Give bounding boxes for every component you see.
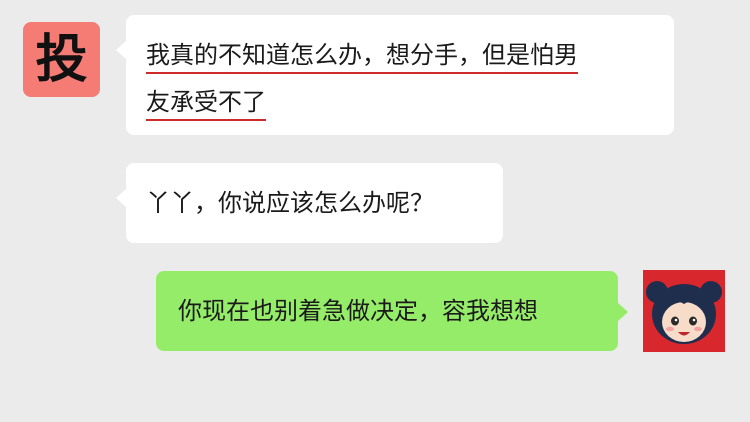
message-line: 友承受不了 [146, 85, 266, 121]
message-text: 你现在也别着急做决定，容我想想 [178, 297, 538, 325]
cartoon-girl-avatar-icon [643, 270, 725, 352]
sender-avatar[interactable]: 投 [23, 22, 100, 97]
message-bubble-incoming[interactable]: 我真的不知道怎么办，想分手，但是怕男 友承受不了 [116, 15, 674, 135]
user-avatar[interactable] [643, 270, 725, 352]
chat-window: 投 我真的不知道怎么办，想分手，但是怕男 友承受不了 丫丫，你说应该怎么办呢？ … [0, 0, 750, 422]
message-line: 我真的不知道怎么办，想分手，但是怕男 [146, 38, 578, 74]
message-bubble-incoming[interactable]: 丫丫，你说应该怎么办呢？ [116, 163, 503, 243]
message-bubble-outgoing[interactable]: 你现在也别着急做决定，容我想想 [156, 271, 628, 351]
message-text: 丫丫，你说应该怎么办呢？ [146, 189, 434, 217]
avatar-initial: 投 [35, 29, 88, 90]
